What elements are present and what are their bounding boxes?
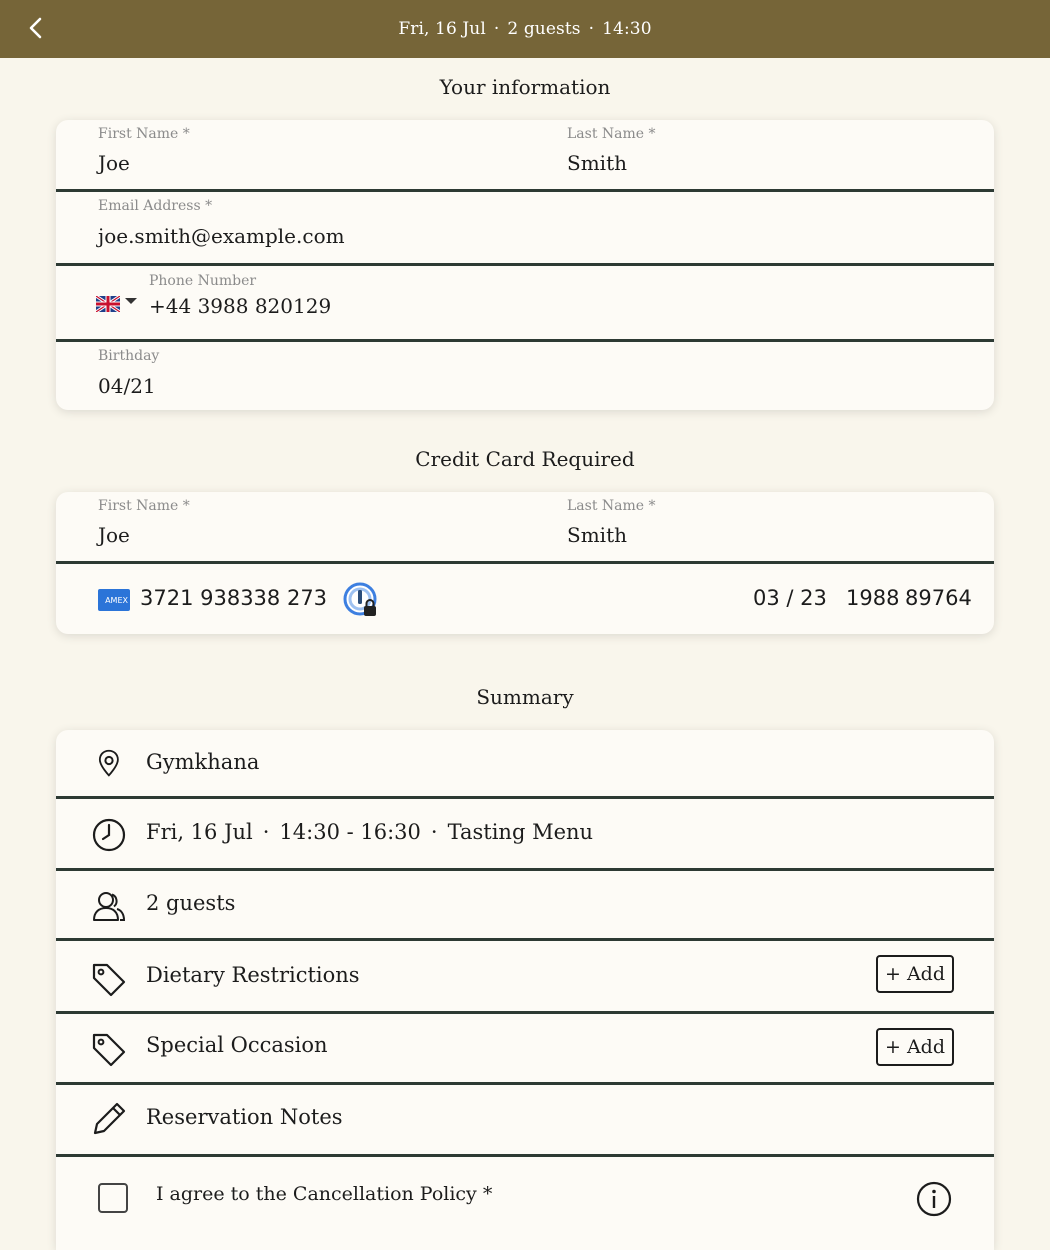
card-last-name-value: Smith (567, 523, 627, 547)
info-icon[interactable] (916, 1181, 952, 1217)
card-first-name-field[interactable]: First Name * Joe (56, 492, 525, 561)
cancellation-policy-row: I agree to the Cancellation Policy * (56, 1157, 994, 1250)
phone-value: +44 3988 820129 (149, 294, 332, 318)
birthday-field[interactable]: Birthday 04/21 (56, 342, 994, 410)
your-information-card: First Name * Joe Last Name * Smith Email… (56, 120, 994, 410)
dietary-label: Dietary Restrictions (146, 963, 360, 987)
booking-summary-header: Fri, 16 Jul · 2 guests · 14:30 (398, 19, 652, 39)
country-dropdown-caret-icon[interactable] (125, 298, 137, 304)
email-label: Email Address * (98, 198, 213, 214)
summary-venue-row: Gymkhana (56, 730, 994, 799)
header-time: 14:30 (602, 19, 652, 39)
name-row: First Name * Joe Last Name * Smith (56, 120, 994, 192)
guests-icon (93, 892, 126, 921)
card-details-row: AMEX 3721 938338 273 03 / 23 1988 89764 (56, 564, 994, 634)
phone-label: Phone Number (149, 273, 257, 289)
phone-field[interactable]: Phone Number +44 3988 820129 (56, 266, 994, 342)
card-cvc-input[interactable]: 1988 (846, 586, 899, 610)
tag-icon (92, 1033, 126, 1067)
agree-label: I agree to the Cancellation Policy * (156, 1183, 493, 1205)
header-guests: 2 guests (507, 19, 581, 39)
last-name-label: Last Name * (567, 126, 656, 142)
header-date: Fri, 16 Jul (398, 19, 486, 39)
tag-icon (92, 963, 126, 997)
card-postal-input[interactable]: 89764 (905, 586, 972, 610)
last-name-value: Smith (567, 151, 627, 175)
add-dietary-button[interactable]: + Add (876, 955, 954, 993)
summary-guests-row: 2 guests (56, 871, 994, 941)
first-name-field[interactable]: First Name * Joe (56, 120, 525, 189)
clock-icon (92, 818, 126, 852)
location-pin-icon (98, 749, 119, 777)
guests-text: 2 guests (146, 891, 236, 915)
summary-datetime-row: Fri, 16 Jul · 14:30 - 16:30 · Tasting Menu (56, 799, 994, 871)
password-manager-icon[interactable] (342, 581, 382, 621)
last-name-field[interactable]: Last Name * Smith (525, 120, 994, 189)
chevron-left-icon (29, 17, 42, 39)
occasion-label: Special Occasion (146, 1033, 328, 1057)
cardholder-name-row: First Name * Joe Last Name * Smith (56, 492, 994, 564)
summary-occasion-row: Special Occasion + Add (56, 1014, 994, 1085)
credit-card-title: Credit Card Required (415, 447, 635, 471)
card-expiry-input[interactable]: 03 / 23 (753, 586, 827, 610)
your-information-title: Your information (439, 75, 611, 99)
card-first-name-label: First Name * (98, 498, 190, 514)
first-name-value: Joe (98, 151, 130, 175)
pencil-icon (93, 1102, 126, 1135)
reservation-notes-label: Reservation Notes (146, 1105, 343, 1129)
venue-name: Gymkhana (146, 750, 260, 774)
summary-card: Gymkhana Fri, 16 Jul · 14:30 - 16:30 · Tasti… (56, 730, 994, 1250)
email-field[interactable]: Email Address * joe.smith@example.com (56, 192, 994, 266)
summary-title: Summary (476, 685, 574, 709)
credit-card-card: First Name * Joe Last Name * Smith AMEX … (56, 492, 994, 634)
top-bar: Fri, 16 Jul · 2 guests · 14:30 (0, 0, 1050, 58)
datetime-text: Fri, 16 Jul · 14:30 - 16:30 · Tasting Menu (146, 820, 594, 844)
uk-flag-icon[interactable] (96, 296, 120, 312)
birthday-value: 04/21 (98, 374, 156, 398)
back-button[interactable] (22, 14, 50, 42)
first-name-label: First Name * (98, 126, 190, 142)
birthday-label: Birthday (98, 348, 160, 364)
amex-card-icon: AMEX (98, 589, 130, 611)
card-last-name-label: Last Name * (567, 498, 656, 514)
add-occasion-button[interactable]: + Add (876, 1028, 954, 1066)
card-last-name-field[interactable]: Last Name * Smith (525, 492, 994, 561)
reservation-notes-row[interactable]: Reservation Notes (56, 1085, 994, 1157)
summary-dietary-row: Dietary Restrictions + Add (56, 941, 994, 1014)
email-value: joe.smith@example.com (98, 224, 345, 248)
card-number-input[interactable]: 3721 938338 273 (140, 586, 327, 610)
agree-checkbox[interactable] (98, 1183, 128, 1213)
card-first-name-value: Joe (98, 523, 130, 547)
